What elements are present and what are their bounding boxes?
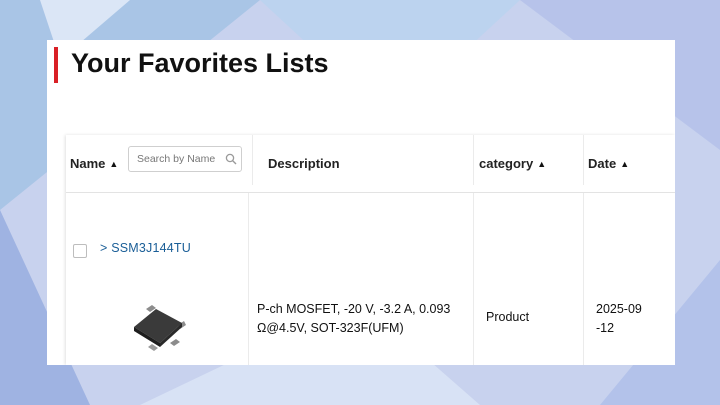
link-arrow-icon: >	[100, 241, 108, 255]
column-divider	[252, 135, 253, 185]
column-label-date: Date	[588, 156, 617, 171]
product-category: Product	[486, 310, 530, 324]
product-date: 2025-09-12	[596, 302, 642, 335]
column-header-date[interactable]: Date ▲	[588, 135, 629, 192]
product-link[interactable]: > SSM3J144TU	[100, 241, 191, 255]
product-description: P-ch MOSFET, -20 V, -3.2 A, 0.093 Ω@4.5V…	[257, 302, 451, 335]
row-select-checkbox[interactable]	[73, 244, 87, 258]
product-name: SSM3J144TU	[111, 241, 191, 255]
chip-package-icon	[134, 305, 186, 351]
column-label-name: Name	[70, 156, 106, 171]
favorites-panel: Your Favorites Lists Name ▲ Description …	[47, 40, 675, 365]
sort-ascending-icon[interactable]: ▲	[537, 159, 546, 169]
search-icon[interactable]	[225, 153, 237, 165]
sort-ascending-icon[interactable]: ▲	[620, 159, 629, 169]
column-divider	[583, 193, 584, 365]
search-box[interactable]	[128, 146, 242, 172]
search-input[interactable]	[129, 147, 225, 171]
title-accent-bar	[54, 47, 58, 83]
column-label-category: category	[479, 156, 534, 171]
column-header-name[interactable]: Name ▲	[70, 135, 118, 192]
column-label-description: Description	[268, 156, 340, 171]
page-title: Your Favorites Lists	[71, 48, 329, 78]
column-divider	[248, 193, 249, 365]
column-divider	[473, 193, 474, 365]
column-header-description: Description	[268, 135, 340, 192]
column-divider	[473, 135, 474, 185]
sort-ascending-icon[interactable]: ▲	[109, 159, 118, 169]
column-header-category[interactable]: category ▲	[479, 135, 546, 192]
column-divider	[583, 135, 584, 185]
favorites-table: Name ▲ Description category ▲ Date ▲	[66, 135, 675, 365]
